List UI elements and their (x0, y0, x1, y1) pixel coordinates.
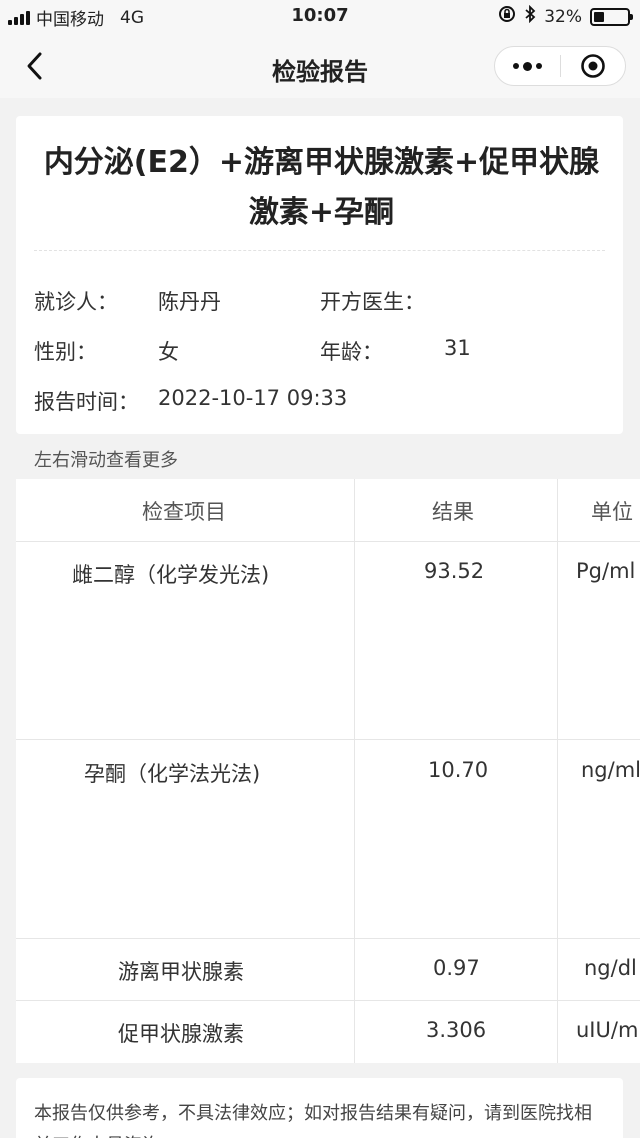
divider (34, 250, 605, 251)
cell-result: 3.306 (426, 1018, 487, 1042)
cell-unit: ng/ml (581, 758, 640, 782)
navigation-bar: 检验报告 (0, 34, 640, 98)
age-label: 年龄： (320, 340, 383, 364)
battery-icon (590, 7, 633, 26)
bluetooth-icon (524, 4, 536, 28)
more-button[interactable] (495, 47, 560, 85)
report-title: 内分泌(E2）+游离甲状腺激素+促甲状腺激素+孕酮 (43, 145, 600, 230)
patient-label: 就诊人： (34, 290, 118, 314)
status-bar: 中国移动 4G 10:07 32% (0, 0, 640, 34)
header-item: 检查项目 (142, 500, 226, 524)
cell-item: 游离甲状腺素 (118, 960, 244, 984)
disclaimer-card: 本报告仅供参考，不具法律效应；如对报告结果有疑问，请到医院找相关工作人员咨询。 (16, 1078, 623, 1138)
battery-percent: 32% (544, 6, 582, 27)
gender-value: 女 (158, 340, 179, 364)
close-button[interactable] (561, 47, 626, 85)
cell-item: 孕酮（化学法光法) (84, 762, 261, 786)
results-table[interactable]: 检查项目 结果 单位 雌二醇（化学发光法) 93.52 Pg/ml 孕酮（化学法… (16, 479, 640, 1063)
header-unit: 单位 (591, 500, 633, 524)
orientation-lock-icon (498, 5, 516, 28)
target-icon (580, 54, 605, 78)
report-time-label: 报告时间： (34, 390, 139, 414)
cell-item: 雌二醇（化学发光法) (72, 563, 270, 587)
gender-label: 性别： (34, 340, 97, 364)
scroll-hint: 左右滑动查看更多 (34, 450, 178, 471)
cell-item: 促甲状腺激素 (118, 1022, 244, 1046)
report-time-value: 2022-10-17 09:33 (158, 386, 348, 410)
age-value: 31 (444, 336, 471, 360)
cell-result: 10.70 (428, 758, 489, 782)
report-info-card: 内分泌(E2）+游离甲状腺激素+促甲状腺激素+孕酮 就诊人： 陈丹丹 开方医生：… (16, 116, 623, 434)
more-dots-icon (512, 61, 542, 71)
mini-program-capsule (494, 46, 626, 86)
patient-name: 陈丹丹 (158, 290, 221, 314)
cell-unit: ng/dl (584, 956, 637, 980)
doctor-label: 开方医生： (320, 290, 425, 314)
disclaimer-text: 本报告仅供参考，不具法律效应；如对报告结果有疑问，请到医院找相关工作人员咨询。 (34, 1103, 592, 1138)
cell-result: 93.52 (424, 559, 485, 583)
header-result: 结果 (432, 500, 474, 524)
cell-unit: Pg/ml (576, 559, 636, 583)
cell-result: 0.97 (433, 956, 480, 980)
cell-unit: uIU/ml (576, 1018, 640, 1042)
